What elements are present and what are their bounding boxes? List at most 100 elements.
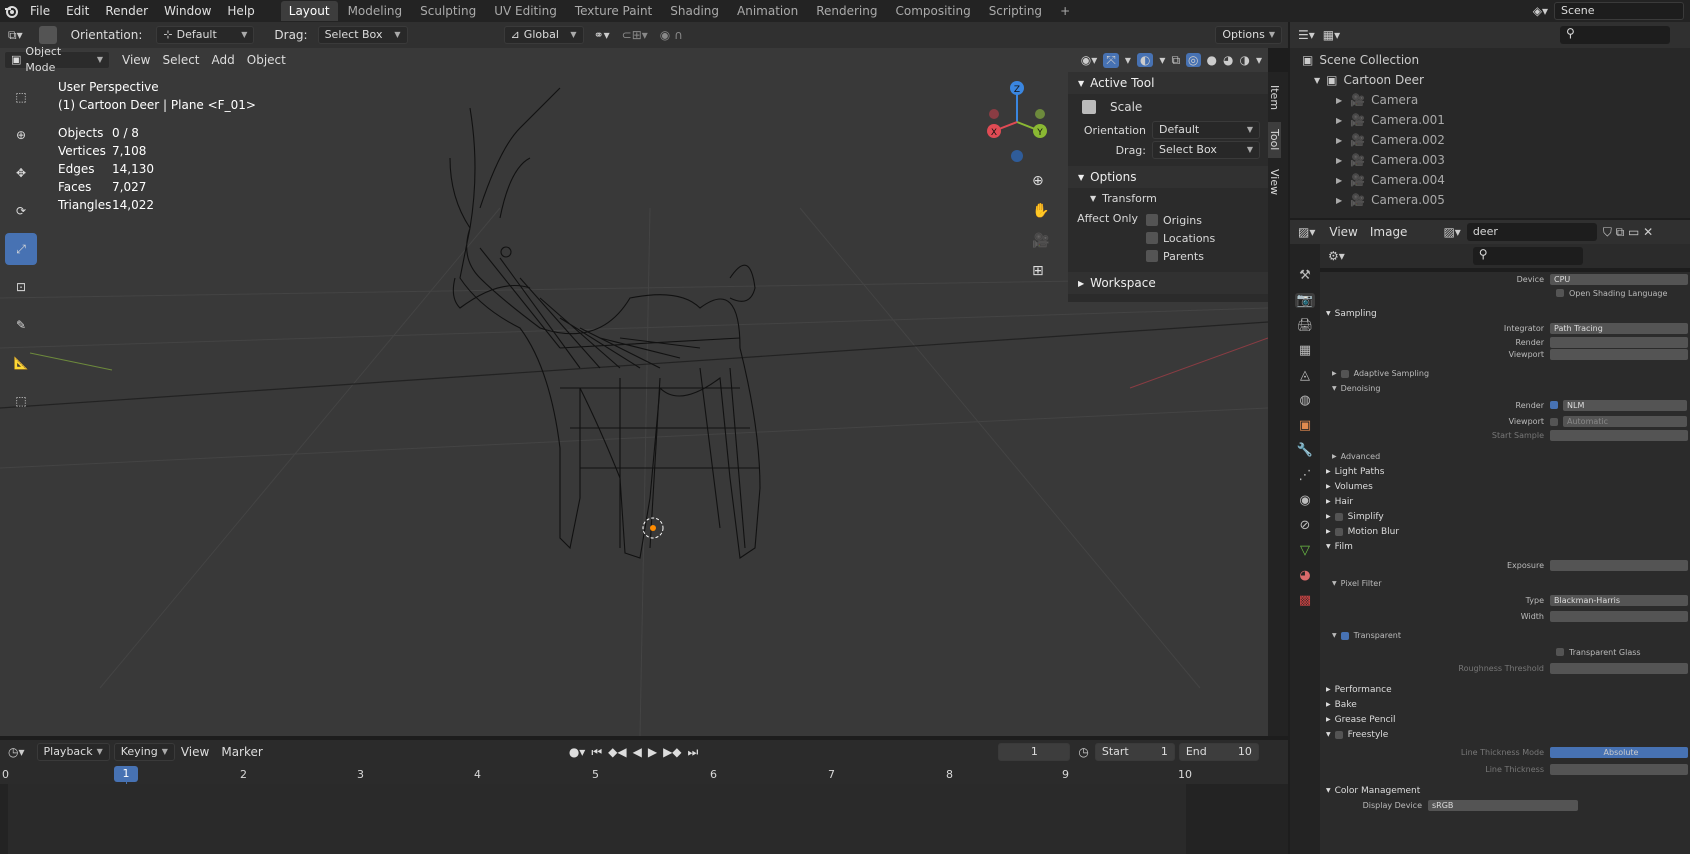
film-section[interactable]: ▼ Film <box>1320 539 1690 554</box>
menu-render[interactable]: Render <box>97 0 156 22</box>
menu-help[interactable]: Help <box>219 0 262 22</box>
pivot-icon[interactable]: ⚭▾ <box>594 28 610 42</box>
menu-edit[interactable]: Edit <box>58 0 97 22</box>
chevron-down-icon[interactable]: ▾ <box>1159 53 1165 67</box>
editor-type-icon[interactable]: ⧉▾ <box>0 28 31 43</box>
fake-user-icon[interactable]: ⛉ ⧉ ▭ ✕ <box>1603 225 1653 240</box>
origins-checkbox[interactable]: Origins <box>1146 212 1215 230</box>
add-workspace-button[interactable]: + <box>1052 1 1078 21</box>
navigation-gizmo[interactable]: Z Y X <box>980 76 1060 176</box>
options-dropdown[interactable]: Options ▼ <box>1215 26 1282 44</box>
tab-shading[interactable]: Shading <box>662 1 727 21</box>
tab-modeling[interactable]: Modeling <box>340 1 411 21</box>
bake-section[interactable]: ▶ Bake <box>1320 697 1690 712</box>
mode-dropdown[interactable]: ▣ Object Mode ▼ <box>4 45 110 74</box>
timeline-menu-marker[interactable]: Marker <box>215 745 268 759</box>
stopwatch-icon[interactable]: ◷ <box>1078 745 1088 759</box>
scene-icon[interactable]: ◈▾ <box>1533 4 1548 18</box>
start-sample-field[interactable] <box>1550 429 1688 441</box>
denoise-render-value[interactable]: NLM <box>1563 399 1687 411</box>
light-paths-section[interactable]: ▶ Light Paths <box>1320 464 1690 479</box>
transparent-row[interactable]: ▼ Transparent <box>1320 628 1690 643</box>
play-reverse-icon[interactable]: ◀ <box>633 745 642 759</box>
tab-uv-editing[interactable]: UV Editing <box>486 1 565 21</box>
outliner-item[interactable]: ▶ 🎥 Camera.001 <box>1290 110 1690 130</box>
snap-icon[interactable]: ⊂⊞▾ <box>622 28 648 42</box>
image-browse-icon[interactable]: ▨▾ <box>1443 225 1460 239</box>
chevron-down-icon[interactable]: ▾ <box>1256 53 1262 67</box>
record-icon[interactable]: ●▾ <box>569 745 586 759</box>
transform-subsection[interactable]: ▼ Transform <box>1068 188 1268 208</box>
image-editor-icon[interactable]: ▨▾ <box>1290 225 1323 239</box>
move-icon[interactable]: ✥ <box>5 157 37 189</box>
integrator-value[interactable]: Path Tracing <box>1550 323 1688 334</box>
advanced-row[interactable]: ▶ Advanced <box>1320 449 1690 464</box>
cartoon-deer-row[interactable]: ▼ ▣ Cartoon Deer <box>1290 70 1690 90</box>
pixel-filter-row[interactable]: ▼ Pixel Filter <box>1320 576 1690 591</box>
transform-icon[interactable]: ⊡ <box>5 271 37 303</box>
jump-end-icon[interactable]: ⏭ <box>688 745 699 760</box>
npanel-orientation-dropdown[interactable]: Default ▼ <box>1152 121 1260 139</box>
solid-shading-icon[interactable]: ● <box>1207 53 1217 67</box>
sampling-render-field[interactable] <box>1550 336 1688 348</box>
gizmo-toggle-icon[interactable]: ⤧ <box>1103 52 1119 68</box>
grid-view-icon[interactable]: ⊞ <box>1032 263 1049 279</box>
tab-sculpting[interactable]: Sculpting <box>412 1 484 21</box>
tab-compositing[interactable]: Compositing <box>887 1 978 21</box>
annotate-icon[interactable]: ✎ <box>5 309 37 341</box>
tab-layout[interactable]: Layout <box>280 1 338 21</box>
wireframe-shading-icon[interactable]: ◎ <box>1186 53 1201 67</box>
grease-pencil-section[interactable]: ▶ Grease Pencil <box>1320 712 1690 727</box>
motion-blur-section[interactable]: ▶ Motion Blur <box>1320 524 1690 539</box>
playhead[interactable]: 1 <box>114 766 138 782</box>
proportional-edit-icon[interactable]: ◉ ∩ <box>660 28 683 42</box>
rendered-shading-icon[interactable]: ◑ <box>1239 53 1249 67</box>
data-icon[interactable]: ▽ <box>1300 543 1310 558</box>
active-tool-header[interactable]: ▼ Active Tool <box>1068 72 1268 94</box>
outliner-editor-icon[interactable]: ☰▾ <box>1290 28 1323 42</box>
camera-view-icon[interactable]: 🎥 <box>1032 233 1049 249</box>
playback-menu[interactable]: Playback ▼ <box>36 743 110 761</box>
object-icon[interactable]: ▣ <box>1299 418 1311 433</box>
color-management-section[interactable]: ▼ Color Management <box>1320 783 1690 798</box>
locations-checkbox[interactable]: Locations <box>1146 230 1215 248</box>
image-menu-image[interactable]: Image <box>1364 225 1414 239</box>
prev-keyframe-icon[interactable]: ◆◀ <box>608 745 626 759</box>
constraints-icon[interactable]: ⊘ <box>1300 518 1311 533</box>
roughness-field[interactable] <box>1550 663 1688 674</box>
chevron-down-icon[interactable]: ▾ <box>1125 53 1131 67</box>
performance-section[interactable]: ▶ Performance <box>1320 682 1690 697</box>
tab-view[interactable]: View <box>1268 162 1281 202</box>
add-cube-icon[interactable]: ⬚ <box>5 385 37 417</box>
workspace-section-header[interactable]: ▶ Workspace <box>1068 272 1268 294</box>
scene-selector[interactable]: Scene <box>1554 2 1684 20</box>
tool-settings-icon[interactable]: ⚒ <box>1299 268 1311 283</box>
select-box-icon[interactable]: ⬚ <box>5 81 37 113</box>
tab-animation[interactable]: Animation <box>729 1 806 21</box>
properties-search-input[interactable]: ⚲ <box>1472 247 1583 265</box>
outliner-item[interactable]: ▶ 🎥 Camera.005 <box>1290 190 1690 210</box>
line-mode-value[interactable]: Absolute <box>1550 746 1688 758</box>
scene-props-icon[interactable]: ◬ <box>1300 368 1310 383</box>
material-icon[interactable]: ◕ <box>1299 568 1310 583</box>
start-frame-field[interactable]: Start 1 <box>1094 743 1175 761</box>
keying-menu[interactable]: Keying ▼ <box>113 743 175 761</box>
particles-icon[interactable]: ⋰ <box>1299 468 1312 483</box>
device-value[interactable]: CPU <box>1550 273 1688 285</box>
simplify-section[interactable]: ▶ Simplify <box>1320 509 1690 524</box>
line-thickness-field[interactable] <box>1550 764 1688 775</box>
scale-tool-icon[interactable] <box>38 26 57 44</box>
volumes-section[interactable]: ▶ Volumes <box>1320 479 1690 494</box>
outliner-item[interactable]: ▶ 🎥 Camera.002 <box>1290 130 1690 150</box>
timeline-area[interactable]: 0 1 2 3 4 5 6 7 8 9 10 <box>0 764 1288 854</box>
frame-ruler[interactable] <box>0 764 1288 784</box>
blender-logo-icon[interactable] <box>0 0 22 22</box>
cursor-icon[interactable]: ⊕ <box>5 119 37 151</box>
overlay-toggle-icon[interactable]: ◐ <box>1136 53 1154 67</box>
viewport-menu-add[interactable]: Add <box>206 53 241 67</box>
osl-checkbox[interactable]: Open Shading Language <box>1320 286 1690 300</box>
orientation-dropdown[interactable]: ⊹ Default ▼ <box>156 26 255 44</box>
next-keyframe-icon[interactable]: ▶◆ <box>663 745 681 759</box>
view-layer-icon[interactable]: ▦ <box>1299 343 1311 358</box>
tab-item[interactable]: Item <box>1268 78 1281 118</box>
